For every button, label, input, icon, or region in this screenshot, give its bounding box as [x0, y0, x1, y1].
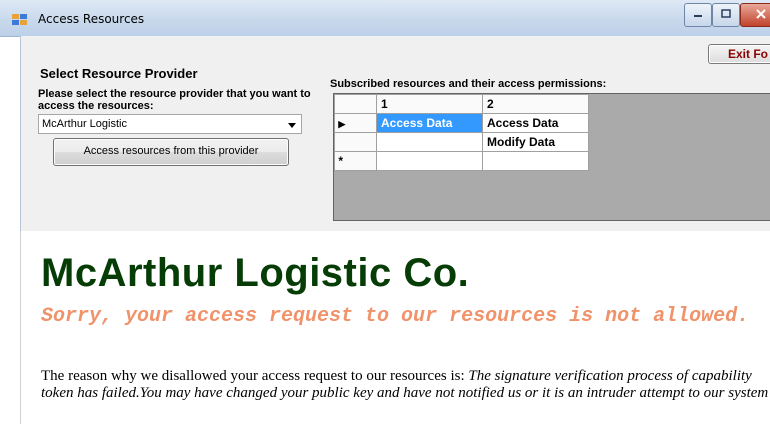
grid-cell[interactable]: Modify Data	[482, 132, 589, 152]
table-row[interactable]: ▶ Access Data Access Data	[334, 113, 589, 133]
grid-cell[interactable]: Access Data	[482, 113, 589, 133]
company-heading: McArthur Logistic Co.	[41, 251, 470, 295]
grid-cell[interactable]	[482, 151, 589, 171]
grid-cell[interactable]: Access Data	[376, 113, 483, 133]
maximize-button[interactable]	[712, 3, 740, 27]
reason-prefix: The reason why we disallowed your access…	[41, 368, 469, 384]
permissions-label: Subscribed resources and their access pe…	[330, 78, 607, 90]
window-title: Access Resources	[38, 12, 145, 26]
reason-paragraph: The reason why we disallowed your access…	[41, 368, 770, 402]
provider-select-value: McArthur Logistic	[42, 118, 127, 130]
chevron-down-icon	[288, 123, 296, 128]
row-selector-current-icon[interactable]: ▶	[334, 113, 377, 133]
provider-prompt: Please select the resource provider that…	[38, 88, 311, 112]
column-header-1[interactable]: 1	[376, 94, 483, 114]
column-header-2[interactable]: 2	[482, 94, 589, 114]
form-client-area: Exit Fo Select Resource Provider Please …	[20, 36, 770, 231]
minimize-button[interactable]	[684, 3, 712, 27]
close-button[interactable]	[740, 3, 770, 27]
web-browser-content: McArthur Logistic Co. Sorry, your access…	[20, 231, 770, 424]
row-selector[interactable]	[334, 132, 377, 152]
permissions-grid[interactable]: 1 2 ▶ Access Data Access Data Modify Dat…	[333, 93, 770, 221]
grid-header-row: 1 2	[334, 94, 589, 114]
new-row-asterisk-icon[interactable]: *	[334, 151, 377, 171]
provider-group: Select Resource Provider Please select t…	[25, 66, 313, 226]
app-window-icon	[12, 13, 28, 25]
minimize-icon	[694, 15, 702, 17]
denied-message: Sorry, your access request to our resour…	[41, 305, 750, 328]
provider-select[interactable]: McArthur Logistic	[38, 114, 302, 134]
table-row[interactable]: Modify Data	[334, 132, 589, 152]
access-resources-button[interactable]: Access resources from this provider	[53, 138, 289, 166]
exit-button[interactable]: Exit Fo	[708, 44, 770, 64]
title-bar: Access Resources	[0, 0, 770, 37]
grid-cell[interactable]	[376, 132, 483, 152]
maximize-icon	[721, 9, 731, 18]
table-row-new[interactable]: *	[334, 151, 589, 171]
grid-corner-header	[334, 94, 377, 114]
close-icon	[756, 9, 766, 19]
group-title: Select Resource Provider	[38, 66, 200, 81]
grid-cell[interactable]	[376, 151, 483, 171]
